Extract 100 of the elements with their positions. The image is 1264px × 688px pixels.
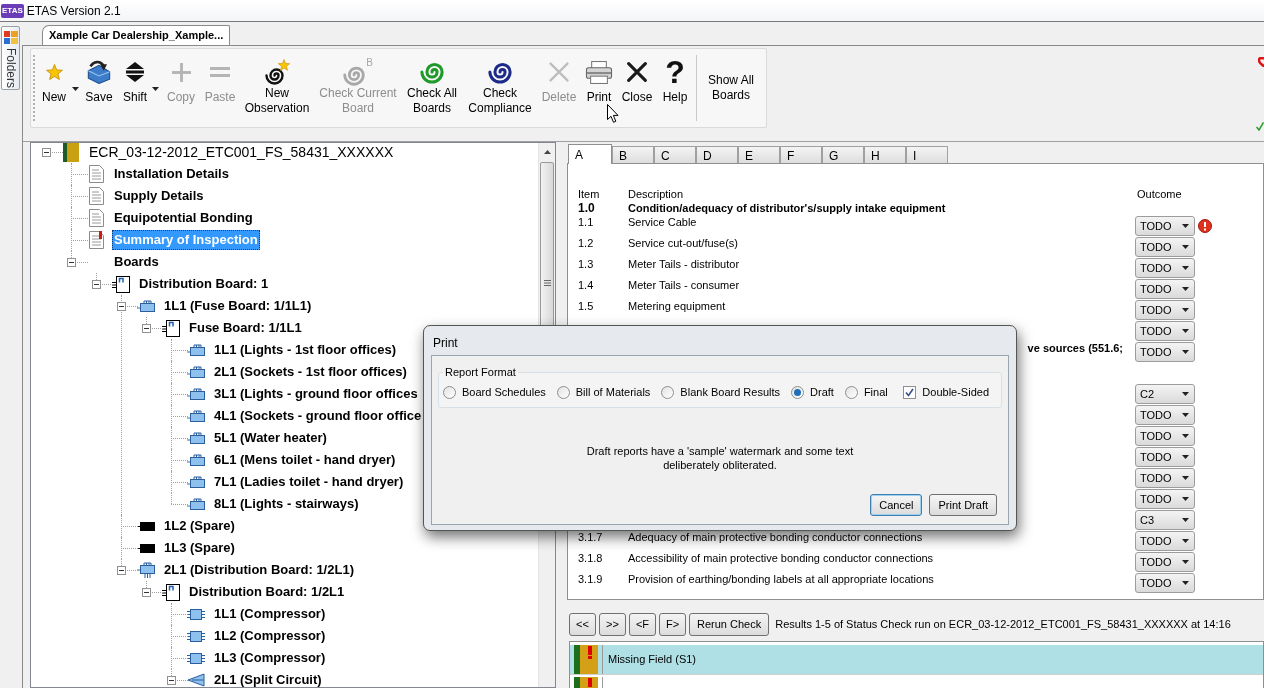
- radio-button[interactable]: [556, 385, 570, 399]
- outcome-dropdown[interactable]: C3: [1135, 510, 1195, 530]
- check-all-boards-button[interactable]: Check All Boards: [401, 49, 463, 116]
- minus-box-icon[interactable]: [142, 323, 151, 333]
- item-number: 3.1.8: [578, 552, 603, 564]
- outcome-dropdown[interactable]: TODO: [1135, 468, 1195, 488]
- close-button[interactable]: Close: [619, 49, 655, 108]
- tree-item[interactable]: 2L1 (Split Circuit): [212, 670, 324, 687]
- tree-item[interactable]: 1L2 (Spare): [162, 516, 237, 536]
- sheet-tab[interactable]: A: [568, 144, 612, 164]
- check-compliance-button[interactable]: Check Compliance: [465, 49, 535, 116]
- folders-tab[interactable]: Folders: [1, 26, 20, 90]
- radio-button[interactable]: [844, 385, 858, 399]
- outcome-dropdown[interactable]: TODO: [1135, 552, 1195, 572]
- outcome-dropdown[interactable]: TODO: [1135, 489, 1195, 509]
- outcome-dropdown[interactable]: TODO: [1135, 405, 1195, 425]
- minus-box-icon[interactable]: [92, 279, 101, 289]
- save-icon: [87, 60, 111, 84]
- tree-item[interactable]: ECR_03-12-2012_ETC001_FS_58431_XXXXXX: [87, 142, 396, 162]
- tree-item[interactable]: Distribution Board: 1/2L1: [187, 582, 347, 602]
- tree-item[interactable]: Equipotential Bonding: [112, 208, 255, 228]
- sheet-tab[interactable]: G: [822, 146, 864, 163]
- tree-item[interactable]: Supply Details: [112, 186, 206, 206]
- tree-item[interactable]: 1L1 (Fuse Board: 1/1L1): [162, 296, 314, 316]
- radio-button[interactable]: [443, 385, 456, 399]
- sheet-tab[interactable]: B: [612, 146, 654, 163]
- outcome-dropdown[interactable]: TODO: [1135, 426, 1195, 446]
- minus-box-icon[interactable]: [42, 147, 51, 157]
- print-draft-button[interactable]: Print Draft: [929, 494, 997, 516]
- breaker-icon: [187, 476, 205, 488]
- tree-item[interactable]: 5L1 (Water heater): [212, 428, 329, 448]
- outcome-dropdown[interactable]: TODO: [1135, 321, 1195, 341]
- new-observation-button[interactable]: New Observation: [241, 49, 313, 116]
- minus-box-icon[interactable]: [167, 675, 176, 685]
- caret-icon[interactable]: [152, 87, 159, 91]
- option-label[interactable]: Bill of Materials: [575, 383, 651, 401]
- option-label[interactable]: Final: [863, 383, 888, 401]
- tree-item[interactable]: 6L1 (Mens toilet - hand dryer): [212, 450, 398, 470]
- tree-item[interactable]: 2L1 (Distribution Board: 1/2L1): [162, 560, 356, 580]
- previous-button[interactable]: <F: [629, 613, 656, 636]
- minus-box-icon[interactable]: [142, 587, 151, 597]
- minus-box-icon[interactable]: [117, 565, 126, 575]
- sheet-tab[interactable]: F: [780, 146, 822, 163]
- minus-box-icon[interactable]: [117, 301, 126, 311]
- caret-icon[interactable]: [72, 87, 79, 91]
- outcome-dropdown[interactable]: TODO: [1135, 342, 1195, 362]
- outcome-dropdown[interactable]: TODO: [1135, 300, 1195, 320]
- outcome-dropdown[interactable]: TODO: [1135, 279, 1195, 299]
- next-button[interactable]: F>: [659, 613, 686, 636]
- result-row[interactable]: Missing Field (S1): [570, 645, 1263, 675]
- outcome-dropdown[interactable]: TODO: [1135, 237, 1195, 257]
- radio-button[interactable]: [661, 385, 675, 399]
- tree-item[interactable]: 4L1 (Sockets - ground floor office: [212, 406, 424, 426]
- save-button[interactable]: Save: [81, 49, 117, 108]
- tree-item[interactable]: 7L1 (Ladies toilet - hand dryer): [212, 472, 406, 492]
- option-label[interactable]: Blank Board Results: [680, 383, 781, 401]
- column-header: Description: [628, 188, 684, 200]
- sheet-tab[interactable]: D: [696, 146, 738, 163]
- minus-box-icon[interactable]: [67, 257, 76, 267]
- sheet-tab[interactable]: C: [654, 146, 696, 163]
- radio-button[interactable]: [791, 385, 805, 399]
- tree-item[interactable]: 8L1 (Lights - stairways): [212, 494, 361, 514]
- document-tab[interactable]: Xample Car Dealership_Xample...: [42, 25, 231, 45]
- sheet-tab[interactable]: E: [738, 146, 780, 163]
- sheet-tab[interactable]: I: [906, 146, 948, 163]
- panel-icon: [112, 275, 130, 293]
- rerun-check-button[interactable]: Rerun Check: [689, 613, 770, 636]
- outcome-dropdown[interactable]: TODO: [1135, 573, 1195, 593]
- option-label[interactable]: Double-Sided: [922, 383, 989, 401]
- item-number: 3.1.7: [578, 531, 603, 543]
- item-description: ve sources (551.6;: [1027, 342, 1123, 354]
- first-page-button[interactable]: <<: [569, 613, 596, 636]
- sheet-tab[interactable]: H: [864, 146, 906, 163]
- outcome-dropdown[interactable]: TODO: [1135, 447, 1195, 467]
- checkbox[interactable]: [903, 385, 917, 399]
- tree-item[interactable]: Boards: [112, 252, 161, 272]
- tree-item[interactable]: 1L1 (Lights - 1st floor offices): [212, 340, 398, 360]
- outcome-dropdown[interactable]: TODO: [1135, 531, 1195, 551]
- tree-item[interactable]: 1L1 (Compressor): [212, 604, 328, 624]
- tree-item[interactable]: 1L3 (Spare): [162, 538, 237, 558]
- new-button[interactable]: New: [37, 49, 71, 108]
- tree-item[interactable]: 1L3 (Compressor): [212, 648, 328, 668]
- print-button[interactable]: Print: [581, 49, 617, 108]
- tree-item[interactable]: 2L1 (Sockets - 1st floor offices): [212, 362, 409, 382]
- outcome-dropdown[interactable]: TODO: [1135, 258, 1195, 278]
- tree-item[interactable]: Distribution Board: 1: [137, 274, 271, 294]
- cancel-button[interactable]: Cancel: [870, 494, 923, 516]
- tree-item[interactable]: 3L1 (Lights - ground floor offices: [212, 384, 420, 404]
- tree-item[interactable]: 1L2 (Compressor): [212, 626, 328, 646]
- option-label[interactable]: Board Schedules: [462, 383, 546, 401]
- breaker-icon: [187, 454, 205, 466]
- tree-item[interactable]: Installation Details: [112, 164, 231, 184]
- tree-item[interactable]: Fuse Board: 1/1L1: [187, 318, 304, 338]
- option-label[interactable]: Draft: [810, 383, 834, 401]
- last-page-button[interactable]: >>: [599, 613, 626, 636]
- show-all-boards-button[interactable]: Show All Boards: [700, 73, 762, 103]
- outcome-dropdown[interactable]: TODO: [1135, 216, 1195, 236]
- shift-button[interactable]: Shift: [119, 49, 151, 108]
- help-button[interactable]: ? Help: [657, 49, 693, 108]
- outcome-dropdown[interactable]: C2: [1135, 384, 1195, 404]
